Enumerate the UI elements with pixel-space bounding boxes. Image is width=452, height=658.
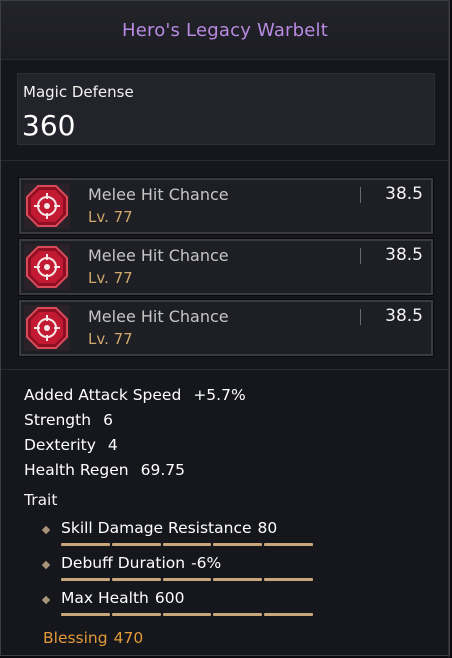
trait-value: 600: [154, 589, 185, 607]
substat-separator: [360, 187, 361, 203]
main-stat-label: Magic Defense: [23, 83, 134, 101]
trait-heading: Trait: [24, 491, 58, 509]
stat-line: Added Attack Speed +5.7%: [24, 386, 246, 404]
stat-name: Dexterity: [24, 436, 96, 454]
stat-value: +5.7%: [193, 386, 246, 404]
trait-item: Debuff Duration -6%: [41, 554, 315, 581]
stat-line: Dexterity 4: [24, 436, 118, 454]
item-name: Hero's Legacy Warbelt: [121, 19, 329, 41]
diamond-bullet-icon: [41, 595, 51, 605]
tooltip-header: Hero's Legacy Warbelt: [1, 1, 449, 59]
header-divider: [1, 59, 449, 60]
stat-name: Added Attack Speed: [24, 386, 182, 404]
crosshair-gem-icon: [24, 305, 70, 351]
stat-value: 6: [103, 411, 113, 429]
blessing-label: Blessing: [43, 629, 108, 647]
trait-value: 80: [257, 519, 278, 537]
substat-name: Melee Hit Chance: [88, 185, 229, 204]
stat-line: Strength 6: [24, 411, 113, 429]
trait-item: Skill Damage Resistance 80: [41, 519, 315, 546]
crosshair-gem-icon: [24, 244, 70, 290]
substat-value: 38.5: [385, 245, 423, 265]
blessing-value: 470: [113, 629, 144, 647]
scrollbar[interactable]: [448, 1, 449, 657]
trait-progress-bar: [61, 613, 313, 616]
trait-progress-bar: [61, 543, 313, 546]
section-divider: [1, 369, 449, 370]
stat-name: Strength: [24, 411, 92, 429]
blessing-line: Blessing 470: [43, 629, 143, 647]
crosshair-gem-icon: [24, 183, 70, 229]
substat-row[interactable]: Melee Hit Chance Lv. 77 38.5: [18, 238, 434, 296]
item-tooltip: Hero's Legacy Warbelt Magic Defense 360 …: [0, 0, 450, 657]
trait-name: Debuff Duration: [61, 554, 186, 572]
trait-value: -6%: [191, 554, 222, 572]
trait-item: Max Health 600: [41, 589, 315, 616]
stat-value: 69.75: [140, 461, 186, 479]
substat-value: 38.5: [385, 306, 423, 326]
stat-line: Health Regen 69.75: [24, 461, 185, 479]
main-stat-value: 360: [22, 109, 76, 142]
stat-name: Health Regen: [24, 461, 129, 479]
trait-name: Skill Damage Resistance: [61, 519, 252, 537]
diamond-bullet-icon: [41, 560, 51, 570]
substat-name: Melee Hit Chance: [88, 307, 229, 326]
substat-separator: [360, 248, 361, 264]
trait-progress-bar: [61, 578, 313, 581]
substat-level: Lv. 77: [88, 330, 133, 348]
section-divider: [1, 160, 449, 161]
diamond-bullet-icon: [41, 525, 51, 535]
main-stat-panel: Magic Defense 360: [17, 73, 435, 145]
substat-row[interactable]: Melee Hit Chance Lv. 77 38.5: [18, 177, 434, 235]
trait-name: Max Health: [61, 589, 149, 607]
substat-row[interactable]: Melee Hit Chance Lv. 77 38.5: [18, 299, 434, 357]
substat-level: Lv. 77: [88, 208, 133, 226]
substat-separator: [360, 309, 361, 325]
substat-value: 38.5: [385, 184, 423, 204]
substat-level: Lv. 77: [88, 269, 133, 287]
substat-name: Melee Hit Chance: [88, 246, 229, 265]
stat-value: 4: [107, 436, 118, 454]
